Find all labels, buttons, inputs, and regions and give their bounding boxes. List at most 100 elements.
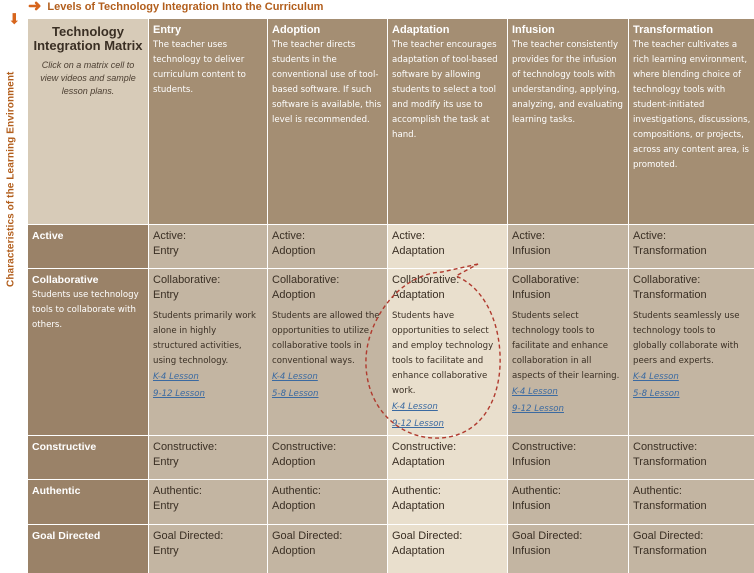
cell-title: Active: Transformation bbox=[633, 230, 707, 257]
cell-title: Constructive: Adoption bbox=[272, 441, 337, 468]
lesson-link[interactable]: K-4 Lesson bbox=[633, 369, 751, 386]
row-header-active[interactable]: Active bbox=[28, 225, 148, 268]
cell-active-adaptation[interactable]: Active: Adaptation bbox=[388, 225, 507, 268]
column-description: The teacher encourages adaptation of too… bbox=[392, 40, 498, 140]
cell-title: Constructive: Infusion bbox=[512, 441, 577, 468]
cell-title: Collaborative: Transformation bbox=[633, 274, 707, 301]
cell-collaborative-transformation[interactable]: Collaborative: Transformation Students s… bbox=[629, 269, 754, 435]
technology-integration-matrix: Technology Integration Matrix Click on a… bbox=[28, 19, 754, 573]
column-description: The teacher directs students in the conv… bbox=[272, 40, 382, 125]
cell-active-entry[interactable]: Active: Entry bbox=[149, 225, 267, 268]
cell-title: Goal Directed: Entry bbox=[153, 530, 224, 557]
cell-title: Collaborative: Infusion bbox=[512, 274, 580, 301]
cell-title: Goal Directed: Adaptation bbox=[392, 530, 463, 557]
cell-title: Goal Directed: Adoption bbox=[272, 530, 343, 557]
cell-authentic-infusion[interactable]: Authentic: Infusion bbox=[508, 480, 628, 524]
cell-authentic-adaptation[interactable]: Authentic: Adaptation bbox=[388, 480, 507, 524]
cell-title: Active: Infusion bbox=[512, 230, 551, 257]
cell-constructive-adaptation[interactable]: Constructive: Adaptation bbox=[388, 436, 507, 479]
cell-title: Constructive: Entry bbox=[153, 441, 218, 468]
cell-description: Students have opportunities to select an… bbox=[392, 311, 494, 396]
row-description: Students use technology tools to collabo… bbox=[32, 290, 139, 330]
column-title: Adaptation bbox=[392, 24, 450, 36]
cell-title: Goal Directed: Transformation bbox=[633, 530, 707, 557]
row-title: Collaborative bbox=[32, 274, 99, 286]
matrix-title: Technology Integration Matrix bbox=[33, 24, 143, 53]
cell-active-adoption[interactable]: Active: Adoption bbox=[268, 225, 387, 268]
row-header-authentic[interactable]: Authentic bbox=[28, 480, 148, 524]
cell-active-infusion[interactable]: Active: Infusion bbox=[508, 225, 628, 268]
cell-title: Authentic: Infusion bbox=[512, 485, 561, 512]
cell-title: Collaborative: Adaptation bbox=[392, 274, 460, 301]
cell-authentic-entry[interactable]: Authentic: Entry bbox=[149, 480, 267, 524]
cell-title: Authentic: Entry bbox=[153, 485, 202, 512]
column-header-adaptation[interactable]: Adaptation The teacher encourages adapta… bbox=[388, 19, 507, 224]
cell-title: Active: Adoption bbox=[272, 230, 316, 257]
matrix-subtitle: Click on a matrix cell to view videos an… bbox=[40, 60, 136, 96]
column-description: The teacher consistently provides for th… bbox=[512, 40, 624, 125]
levels-label: ➜ Levels of Technology Integration Into … bbox=[28, 0, 324, 15]
cell-goal-directed-infusion[interactable]: Goal Directed: Infusion bbox=[508, 525, 628, 573]
cell-title: Authentic: Adaptation bbox=[392, 485, 445, 512]
lesson-link[interactable]: K-4 Lesson bbox=[272, 369, 383, 386]
cell-authentic-transformation[interactable]: Authentic: Transformation bbox=[629, 480, 754, 524]
cell-active-transformation[interactable]: Active: Transformation bbox=[629, 225, 754, 268]
cell-title: Active: Entry bbox=[153, 230, 187, 257]
cell-title: Goal Directed: Infusion bbox=[512, 530, 583, 557]
row-title: Goal Directed bbox=[32, 530, 101, 542]
lesson-link[interactable]: K-4 Lesson bbox=[512, 384, 624, 401]
lesson-link[interactable]: 5-8 Lesson bbox=[272, 386, 383, 403]
cell-description: Students select technology tools to faci… bbox=[512, 311, 620, 381]
column-description: The teacher uses technology to deliver c… bbox=[153, 40, 246, 95]
cell-title: Collaborative: Entry bbox=[153, 274, 221, 301]
characteristics-label: Characteristics of the Learning Environm… bbox=[5, 71, 17, 287]
column-title: Transformation bbox=[633, 24, 714, 36]
row-header-collaborative[interactable]: Collaborative Students use technology to… bbox=[28, 269, 148, 435]
column-header-adoption[interactable]: Adoption The teacher directs students in… bbox=[268, 19, 387, 224]
row-title: Constructive bbox=[32, 441, 97, 453]
cell-title: Collaborative: Adoption bbox=[272, 274, 340, 301]
row-header-constructive[interactable]: Constructive bbox=[28, 436, 148, 479]
column-header-entry[interactable]: Entry The teacher uses technology to del… bbox=[149, 19, 267, 224]
cell-constructive-infusion[interactable]: Constructive: Infusion bbox=[508, 436, 628, 479]
cell-collaborative-adoption[interactable]: Collaborative: Adoption Students are all… bbox=[268, 269, 387, 435]
lesson-link[interactable]: 9-12 Lesson bbox=[392, 416, 503, 433]
cell-constructive-adoption[interactable]: Constructive: Adoption bbox=[268, 436, 387, 479]
cell-authentic-adoption[interactable]: Authentic: Adoption bbox=[268, 480, 387, 524]
levels-label-text: Levels of Technology Integration Into th… bbox=[47, 1, 324, 13]
cell-description: Students seamlessly use technology tools… bbox=[633, 311, 740, 366]
lesson-link[interactable]: 9-12 Lesson bbox=[153, 386, 263, 403]
lesson-link[interactable]: 5-8 Lesson bbox=[633, 386, 751, 403]
row-title: Authentic bbox=[32, 485, 81, 497]
lesson-link[interactable]: K-4 Lesson bbox=[153, 369, 263, 386]
column-header-infusion[interactable]: Infusion The teacher consistently provid… bbox=[508, 19, 628, 224]
column-title: Adoption bbox=[272, 24, 321, 36]
cell-constructive-transformation[interactable]: Constructive: Transformation bbox=[629, 436, 754, 479]
cell-title: Constructive: Transformation bbox=[633, 441, 707, 468]
column-header-transformation[interactable]: Transformation The teacher cultivates a … bbox=[629, 19, 754, 224]
cell-description: Students primarily work alone in highly … bbox=[153, 311, 256, 366]
lesson-link[interactable]: K-4 Lesson bbox=[392, 399, 503, 416]
cell-title: Authentic: Adoption bbox=[272, 485, 321, 512]
matrix-title-cell: Technology Integration Matrix Click on a… bbox=[28, 19, 148, 224]
lesson-link[interactable]: 9-12 Lesson bbox=[512, 401, 624, 418]
cell-goal-directed-adaptation[interactable]: Goal Directed: Adaptation bbox=[388, 525, 507, 573]
down-arrow-icon: ⬇ bbox=[8, 10, 21, 28]
cell-goal-directed-adoption[interactable]: Goal Directed: Adoption bbox=[268, 525, 387, 573]
cell-collaborative-adaptation[interactable]: Collaborative: Adaptation Students have … bbox=[388, 269, 507, 435]
cell-goal-directed-entry[interactable]: Goal Directed: Entry bbox=[149, 525, 267, 573]
cell-goal-directed-transformation[interactable]: Goal Directed: Transformation bbox=[629, 525, 754, 573]
row-header-goal-directed[interactable]: Goal Directed bbox=[28, 525, 148, 573]
cell-collaborative-infusion[interactable]: Collaborative: Infusion Students select … bbox=[508, 269, 628, 435]
cell-collaborative-entry[interactable]: Collaborative: Entry Students primarily … bbox=[149, 269, 267, 435]
cell-title: Authentic: Transformation bbox=[633, 485, 707, 512]
column-description: The teacher cultivates a rich learning e… bbox=[633, 40, 751, 170]
cell-title: Constructive: Adaptation bbox=[392, 441, 457, 468]
cell-title: Active: Adaptation bbox=[392, 230, 445, 257]
row-title: Active bbox=[32, 230, 64, 242]
column-title: Infusion bbox=[512, 24, 555, 36]
column-title: Entry bbox=[153, 24, 182, 36]
right-arrow-icon: ➜ bbox=[28, 0, 42, 15]
cell-description: Students are allowed the opportunities t… bbox=[272, 311, 380, 366]
cell-constructive-entry[interactable]: Constructive: Entry bbox=[149, 436, 267, 479]
